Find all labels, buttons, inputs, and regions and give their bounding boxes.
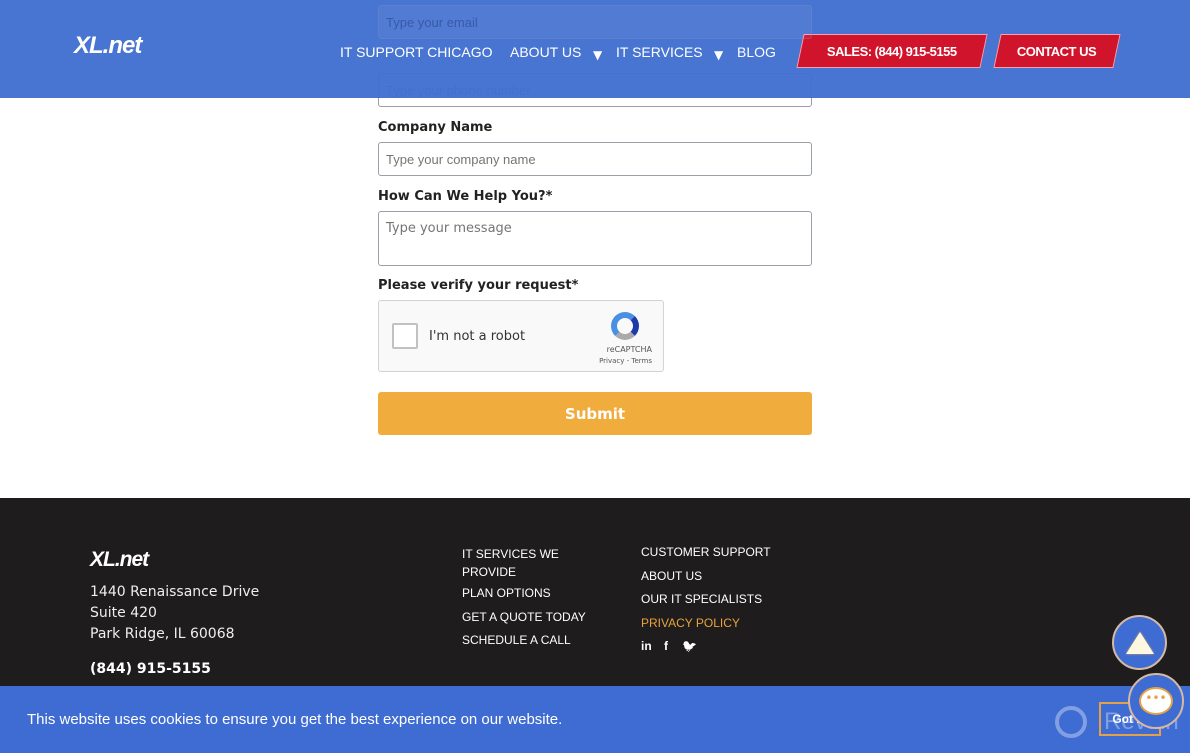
footer-link-privacy[interactable]: PRIVACY POLICY [641, 616, 740, 630]
footer-link[interactable]: GET A QUOTE TODAY [462, 610, 586, 624]
submit-button[interactable]: Submit [378, 392, 812, 435]
recaptcha-checkbox[interactable] [392, 323, 418, 349]
footer-link[interactable]: PLAN OPTIONS [462, 586, 551, 600]
footer-link[interactable]: OUR IT SPECIALISTS [641, 592, 762, 606]
contact-label: CONTACT US [1017, 43, 1097, 59]
arrow-up-icon [1125, 631, 1154, 654]
address-line: Suite 420 [90, 605, 157, 621]
facebook-icon[interactable]: f [664, 639, 668, 653]
linkedin-icon[interactable]: in [641, 639, 652, 653]
recaptcha-logo-icon [611, 312, 639, 340]
nav-it-support-chicago[interactable]: IT SUPPORT CHICAGO [340, 44, 492, 60]
footer-link[interactable]: SCHEDULE A CALL [462, 633, 571, 647]
recaptcha-widget: I'm not a robot reCAPTCHA Privacy - Term… [378, 300, 664, 372]
xlnet-logo[interactable]: XL.net [74, 32, 142, 60]
recaptcha-links[interactable]: Privacy - Terms [599, 357, 652, 365]
chat-button[interactable]: ••• [1128, 673, 1184, 729]
site-footer: XL.net 1440 Renaissance Drive Suite 420 … [0, 498, 1190, 688]
verify-label: Please verify your request* [378, 278, 579, 293]
chevron-down-icon[interactable]: ▼ [714, 48, 723, 62]
address-line: 1440 Renaissance Drive [90, 584, 260, 600]
nav-blog[interactable]: BLOG [737, 44, 776, 60]
message-input[interactable] [378, 211, 812, 266]
chevron-down-icon[interactable]: ▼ [593, 48, 602, 62]
sales-phone-button[interactable]: SALES: (844) 915-5155 [796, 34, 988, 68]
chat-bubble-icon: ••• [1139, 687, 1173, 715]
sales-label: SALES: (844) 915-5155 [827, 43, 957, 59]
footer-phone[interactable]: (844) 915-5155 [90, 661, 211, 677]
revain-logo-icon [1055, 706, 1087, 738]
recaptcha-brand: reCAPTCHA [606, 345, 652, 354]
cookie-banner: This website uses cookies to ensure you … [0, 686, 1190, 753]
address-line: Park Ridge, IL 60068 [90, 626, 235, 642]
footer-logo: XL.net [90, 548, 149, 571]
email-input[interactable] [378, 5, 812, 39]
contact-us-button[interactable]: CONTACT US [993, 34, 1121, 68]
help-label: How Can We Help You?* [378, 189, 553, 204]
footer-link[interactable]: IT SERVICES WE PROVIDE [462, 545, 572, 581]
nav-about-us[interactable]: ABOUT US [510, 44, 581, 60]
cookie-text: This website uses cookies to ensure you … [27, 711, 563, 728]
footer-link[interactable]: ABOUT US [641, 569, 702, 583]
recaptcha-text: I'm not a robot [429, 329, 526, 344]
footer-link[interactable]: CUSTOMER SUPPORT [641, 545, 771, 559]
scroll-to-top-button[interactable] [1112, 615, 1167, 670]
nav-it-services[interactable]: IT SERVICES [616, 44, 703, 60]
company-input[interactable] [378, 142, 812, 176]
twitter-icon[interactable]: 🐦 [682, 639, 697, 653]
company-label: Company Name [378, 120, 493, 135]
